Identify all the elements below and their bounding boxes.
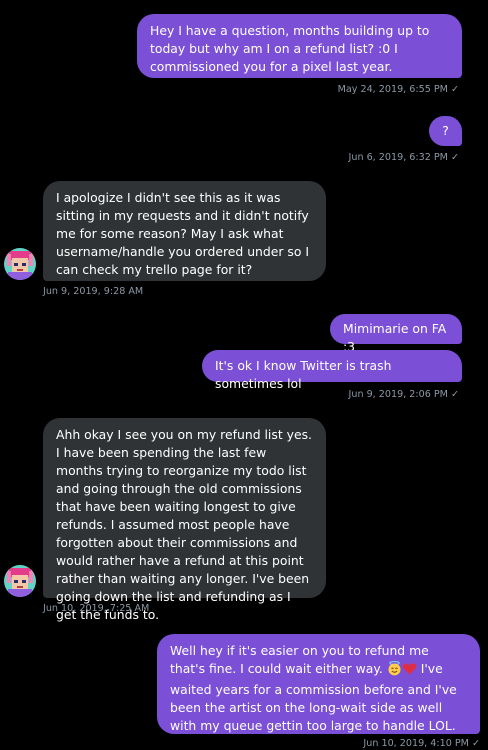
message-timestamp: Jun 10, 2019, 4:10 PM ✓ (363, 738, 480, 749)
message-bubble-incoming[interactable]: I apologize I didn't see this as it was … (43, 181, 326, 281)
message-text: Ahh okay I see you on my refund list yes… (56, 427, 312, 622)
pixel-avatar-icon[interactable] (4, 565, 36, 597)
message-text: It's ok I know Twitter is trash sometime… (215, 358, 392, 391)
pixel-avatar-image (4, 565, 36, 597)
read-check-icon: ✓ (450, 152, 459, 163)
red-heart-icon (402, 661, 417, 681)
message-timestamp: May 24, 2019, 6:55 PM ✓ (337, 84, 459, 95)
message-text: ? (442, 123, 449, 138)
message-text: Hey I have a question, months building u… (150, 23, 430, 74)
message-bubble-outgoing[interactable]: ? (429, 116, 462, 146)
message-bubble-incoming[interactable]: Ahh okay I see you on my refund list yes… (43, 418, 326, 622)
pixel-avatar-image (4, 248, 36, 280)
read-check-icon: ✓ (471, 738, 480, 749)
read-check-icon: ✓ (450, 84, 459, 95)
message-bubble-outgoing[interactable]: It's ok I know Twitter is trash sometime… (202, 350, 462, 391)
message-bubble-outgoing[interactable]: Hey I have a question, months building u… (137, 14, 462, 78)
read-check-icon: ✓ (450, 389, 459, 400)
message-timestamp: Jun 9, 2019, 9:28 AM (43, 286, 144, 297)
message-timestamp: Jun 10, 2019, 7:25 AM (43, 603, 150, 614)
smiling-face-with-halo-icon (387, 661, 402, 681)
message-text: I apologize I didn't see this as it was … (56, 190, 310, 277)
message-timestamp: Jun 6, 2019, 6:32 PM ✓ (348, 152, 459, 163)
message-bubble-outgoing[interactable]: Mimimarie on FA :3 (330, 314, 462, 354)
message-timestamp: Jun 9, 2019, 2:06 PM ✓ (348, 389, 459, 400)
message-bubble-outgoing[interactable]: Well hey if it's easier on you to refund… (157, 634, 480, 734)
pixel-avatar-icon[interactable] (4, 248, 36, 280)
